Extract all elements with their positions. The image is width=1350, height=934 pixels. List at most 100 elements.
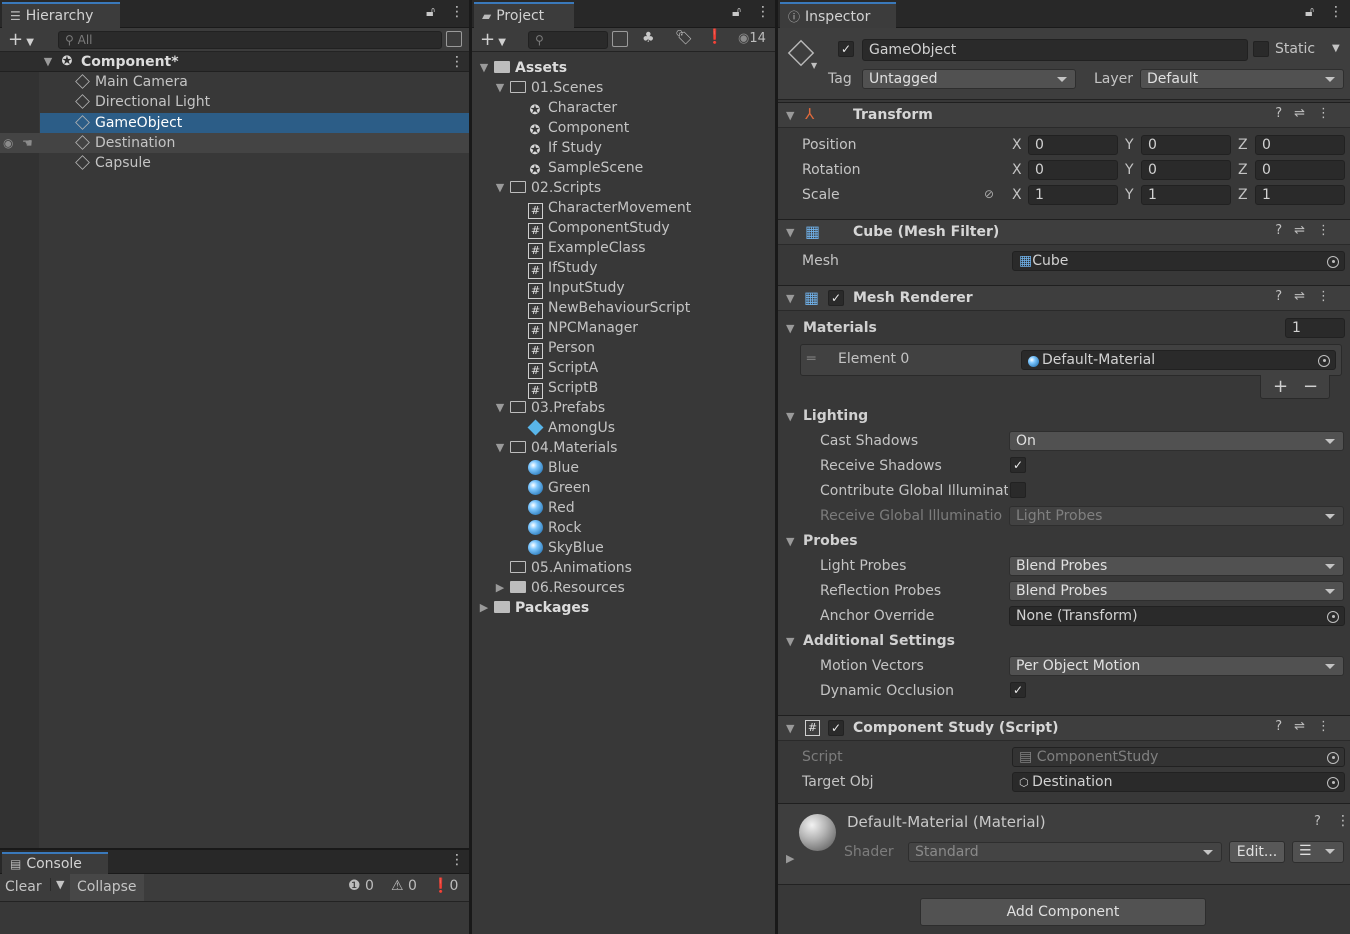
asset-script[interactable]: # ScriptB bbox=[528, 378, 598, 399]
expand-arrow-icon[interactable]: ▼ bbox=[492, 398, 508, 418]
rotation-y-field[interactable]: 0 bbox=[1141, 160, 1231, 180]
materials-foldout-arrow[interactable]: ▼ bbox=[786, 322, 794, 335]
transform-header[interactable]: ▼ ⅄ Transform ?⇌⋮ bbox=[778, 102, 1350, 128]
remove-element-button[interactable]: − bbox=[1303, 376, 1318, 397]
clear-options-dropdown[interactable]: ▼ bbox=[50, 878, 70, 891]
expand-arrow-icon[interactable]: ▼ bbox=[492, 78, 508, 98]
asset-script[interactable]: # ExampleClass bbox=[528, 238, 646, 259]
component-header-icons[interactable]: ?⇌⋮ bbox=[1275, 289, 1342, 304]
expand-arrow-icon[interactable]: ▼ bbox=[492, 178, 508, 198]
materials-count-field[interactable]: 1 bbox=[1285, 318, 1345, 338]
asset-script[interactable]: # ScriptA bbox=[528, 358, 598, 379]
asset-scene-component[interactable]: ✪ Component bbox=[528, 118, 630, 138]
tag-dropdown[interactable]: Untagged bbox=[862, 69, 1076, 89]
tab-project[interactable]: ▰ Project bbox=[474, 2, 574, 28]
position-y-field[interactable]: 0 bbox=[1141, 135, 1231, 155]
asset-scene-samplescene[interactable]: ✪ SampleScene bbox=[528, 158, 644, 178]
search-by-type-icon[interactable] bbox=[446, 31, 462, 47]
static-dropdown-arrow[interactable]: ▼ bbox=[1332, 43, 1340, 54]
scene-menu-icon[interactable]: ⋮ bbox=[450, 52, 464, 72]
filter-by-type-icon[interactable]: ♣ bbox=[642, 30, 655, 46]
expand-arrow-icon[interactable]: ▼ bbox=[40, 52, 56, 72]
asset-prefab-amongus[interactable]: AmongUs bbox=[527, 418, 615, 438]
create-add-button[interactable]: + ▼ bbox=[480, 29, 506, 50]
icon-dropdown-arrow[interactable]: ▼ bbox=[811, 61, 817, 70]
element-0-material-field[interactable]: Default-Material bbox=[1021, 350, 1336, 370]
reflection-probes-dropdown[interactable]: Blend Probes bbox=[1009, 581, 1344, 601]
hierarchy-search-input[interactable]: ⚲ All bbox=[58, 31, 442, 49]
hierarchy-item-destination[interactable]: ◉ ☚ Destination bbox=[0, 133, 469, 153]
static-checkbox[interactable] bbox=[1253, 41, 1269, 57]
dynamic-occlusion-checkbox[interactable]: ✓ bbox=[1010, 682, 1026, 698]
lighting-foldout-arrow[interactable]: ▼ bbox=[786, 410, 794, 423]
shader-dropdown[interactable]: Standard bbox=[908, 842, 1222, 862]
project-search-input[interactable]: ⚲ bbox=[528, 31, 608, 49]
help-icon[interactable]: ? bbox=[1314, 814, 1321, 829]
foldout-arrow-icon[interactable]: ▼ bbox=[786, 109, 794, 122]
foldout-arrow-icon[interactable]: ▼ bbox=[786, 226, 794, 239]
more-menu-icon[interactable]: ⋮ bbox=[450, 4, 464, 20]
search-window-icon[interactable] bbox=[612, 31, 628, 47]
contribute-gi-checkbox[interactable] bbox=[1010, 482, 1026, 498]
hidden-packages-toggle[interactable]: ◉14 bbox=[738, 31, 766, 46]
mesh-object-field[interactable]: ▦Cube bbox=[1012, 251, 1345, 271]
visibility-eye-icon[interactable]: ◉ bbox=[3, 133, 13, 153]
add-component-button[interactable]: Add Component bbox=[920, 898, 1206, 926]
pickable-hand-icon[interactable]: ☚ bbox=[22, 133, 33, 153]
rotation-x-field[interactable]: 0 bbox=[1028, 160, 1118, 180]
component-header-icons[interactable]: ?⇌⋮ bbox=[1275, 719, 1342, 734]
foldout-arrow-icon[interactable]: ▼ bbox=[786, 722, 794, 735]
collapse-button[interactable]: Collapse bbox=[70, 874, 144, 901]
edit-shader-button[interactable]: Edit... bbox=[1229, 841, 1285, 863]
position-z-field[interactable]: 0 bbox=[1255, 135, 1345, 155]
scale-y-field[interactable]: 1 bbox=[1141, 185, 1231, 205]
material-menu-icon[interactable]: ⋮ bbox=[1336, 813, 1350, 829]
asset-material[interactable]: Blue bbox=[528, 458, 579, 478]
tab-hierarchy[interactable]: ☰ Hierarchy bbox=[2, 2, 120, 28]
asset-material[interactable]: Red bbox=[528, 498, 575, 518]
add-element-button[interactable]: + bbox=[1273, 376, 1288, 397]
receive-shadows-checkbox[interactable]: ✓ bbox=[1010, 457, 1026, 473]
scale-z-field[interactable]: 1 bbox=[1255, 185, 1345, 205]
expand-arrow-icon[interactable]: ▼ bbox=[476, 58, 492, 78]
asset-scene-character[interactable]: ✪ Character bbox=[528, 98, 618, 118]
rotation-z-field[interactable]: 0 bbox=[1255, 160, 1345, 180]
material-foldout-arrow[interactable]: ▶ bbox=[786, 852, 794, 865]
tab-console[interactable]: ▤ Console bbox=[2, 852, 108, 874]
asset-script[interactable]: # NewBehaviourScript bbox=[528, 298, 690, 319]
tab-inspector[interactable]: ⓘ Inspector bbox=[780, 2, 896, 28]
drag-handle-icon[interactable]: ═ bbox=[807, 351, 815, 367]
scene-row[interactable]: ▼ ✪ Component* ⋮ bbox=[0, 52, 469, 72]
mesh-renderer-header[interactable]: ▼ ▦ ✓ Mesh Renderer ?⇌⋮ bbox=[778, 285, 1350, 311]
hierarchy-item-directional-light[interactable]: Directional Light bbox=[75, 92, 210, 112]
mesh-renderer-enabled-checkbox[interactable]: ✓ bbox=[828, 290, 844, 306]
position-x-field[interactable]: 0 bbox=[1028, 135, 1118, 155]
error-count-toggle[interactable]: ❗0 bbox=[432, 878, 458, 894]
console-menu-icon[interactable]: ⋮ bbox=[450, 852, 464, 868]
anchor-override-field[interactable]: None (Transform) bbox=[1009, 606, 1345, 626]
clear-button[interactable]: Clear bbox=[5, 879, 42, 895]
cast-shadows-dropdown[interactable]: On bbox=[1009, 431, 1344, 451]
more-menu-icon[interactable]: ⋮ bbox=[756, 4, 770, 20]
more-menu-icon[interactable]: ⋮ bbox=[1329, 4, 1343, 20]
shader-options-dropdown[interactable]: ☰ bbox=[1292, 841, 1344, 863]
show-errors-icon[interactable]: ❗ bbox=[706, 29, 723, 45]
info-count-toggle[interactable]: ❶ 0 bbox=[348, 878, 374, 894]
asset-script[interactable]: # IfStudy bbox=[528, 258, 597, 279]
asset-script[interactable]: # Person bbox=[528, 338, 595, 359]
asset-scene-if-study[interactable]: ✪ If Study bbox=[528, 138, 602, 158]
layer-dropdown[interactable]: Default bbox=[1140, 69, 1344, 89]
collapsed-arrow-icon[interactable]: ▶ bbox=[476, 598, 492, 618]
asset-script[interactable]: # NPCManager bbox=[528, 318, 638, 339]
component-study-header[interactable]: ▼ # ✓ Component Study (Script) ?⇌⋮ bbox=[778, 715, 1350, 741]
asset-script[interactable]: # ComponentStudy bbox=[528, 218, 670, 239]
mesh-filter-header[interactable]: ▼ ▦ Cube (Mesh Filter) ?⇌⋮ bbox=[778, 219, 1350, 245]
light-probes-dropdown[interactable]: Blend Probes bbox=[1009, 556, 1344, 576]
motion-vectors-dropdown[interactable]: Per Object Motion bbox=[1009, 656, 1344, 676]
script-enabled-checkbox[interactable]: ✓ bbox=[828, 720, 844, 736]
warning-count-toggle[interactable]: ⚠ 0 bbox=[391, 878, 417, 894]
asset-material[interactable]: Green bbox=[528, 478, 590, 498]
constrain-proportions-icon[interactable]: ⊘ bbox=[984, 187, 994, 201]
foldout-arrow-icon[interactable]: ▼ bbox=[786, 292, 794, 305]
create-add-button[interactable]: + ▼ bbox=[8, 29, 34, 50]
